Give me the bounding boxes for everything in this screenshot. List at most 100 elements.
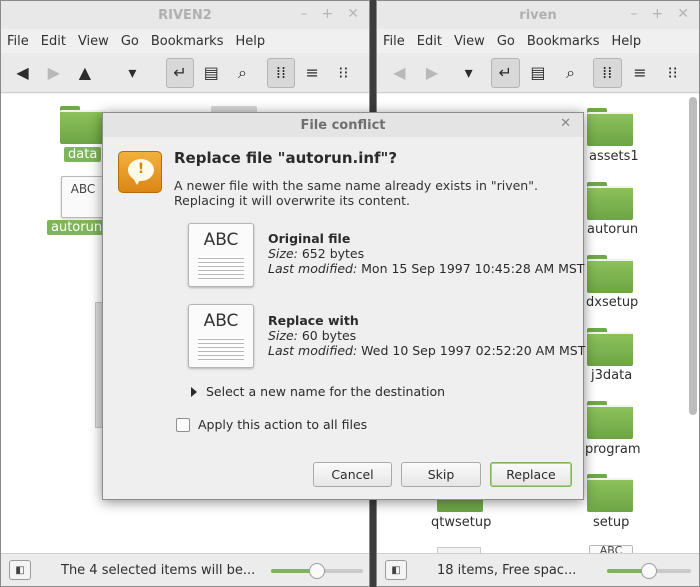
open-terminal-icon[interactable]: ▤	[198, 58, 225, 88]
file-label[interactable]: autorun.	[47, 220, 111, 235]
replace-button[interactable]: Replace	[490, 462, 572, 487]
replacement-file-label: Replace with	[268, 313, 359, 328]
folder-icon[interactable]	[60, 106, 106, 144]
sidebar-toggle-button[interactable]: ◧	[9, 560, 31, 580]
size-label: Size:	[268, 328, 298, 343]
dialog-heading: Replace file "autorun.inf"?	[174, 149, 398, 167]
back-icon[interactable]: ◀	[385, 58, 414, 88]
scrollbar[interactable]	[689, 97, 697, 415]
menu-edit[interactable]: Edit	[41, 34, 66, 49]
modified-label: Last modified:	[268, 343, 358, 358]
titlebar[interactable]: RIVEN2 – + ✕	[1, 1, 369, 29]
menu-file[interactable]: File	[383, 34, 405, 49]
original-file-label: Original file	[268, 231, 351, 246]
replacement-size: 60 bytes	[301, 328, 357, 343]
dialog-titlebar[interactable]: File conflict ✕	[103, 113, 583, 137]
list-view-icon[interactable]: ≡	[299, 58, 326, 88]
menu-bookmarks[interactable]: Bookmarks	[527, 34, 600, 49]
menu-view[interactable]: View	[78, 34, 109, 49]
back-icon[interactable]: ◀	[9, 58, 36, 88]
replacement-modified: Wed 10 Sep 1997 02:52:20 AM MST	[361, 343, 586, 358]
icon-view-icon[interactable]: ⁞⁞	[592, 57, 622, 88]
up-icon[interactable]: ▲	[71, 58, 98, 88]
list-view-icon[interactable]: ≡	[626, 58, 655, 88]
folder-icon[interactable]	[587, 401, 633, 439]
menu-bookmarks[interactable]: Bookmarks	[151, 34, 224, 49]
replacement-file-info: Replace with Size: 60 bytes Last modifie…	[268, 313, 585, 358]
file-conflict-dialog: File conflict ✕ ! Replace file "autorun.…	[102, 112, 585, 500]
maximize-icon[interactable]: +	[652, 6, 664, 22]
checkbox-box[interactable]	[176, 417, 190, 432]
file-label[interactable]: j3data	[591, 368, 632, 383]
file-label[interactable]: qtwsetup	[431, 515, 491, 530]
file-label[interactable]: program	[585, 442, 641, 457]
replacement-file-icon: ABC	[188, 304, 254, 368]
close-icon[interactable]: ✕	[560, 116, 571, 131]
file-label[interactable]: assets1	[589, 149, 639, 164]
toggle-location-icon[interactable]: ↵	[490, 57, 520, 88]
minimize-icon[interactable]: –	[301, 6, 308, 22]
folder-icon[interactable]	[587, 474, 633, 512]
zoom-slider[interactable]	[271, 563, 363, 579]
toggle-location-icon[interactable]: ↵	[166, 57, 194, 88]
zoom-slider-knob[interactable]	[309, 563, 325, 579]
search-icon[interactable]: ⌕	[229, 58, 256, 88]
original-size: 652 bytes	[301, 246, 365, 261]
forward-icon[interactable]: ▶	[418, 58, 447, 88]
folder-icon[interactable]	[587, 255, 633, 293]
menu-edit[interactable]: Edit	[417, 34, 442, 49]
menu-go[interactable]: Go	[121, 34, 139, 49]
compact-view-icon[interactable]: ⁝⁝	[330, 58, 357, 88]
menu-view[interactable]: View	[454, 34, 485, 49]
original-file-icon: ABC	[188, 223, 254, 287]
toolbar: ◀ ▶ ▲ ▾ ↵ ▤ ⌕ ⁞⁞ ≡ ⁝⁝	[1, 53, 369, 93]
statusbar: ◧ The 4 selected items will be...	[1, 553, 369, 586]
history-dropdown-icon[interactable]: ▾	[119, 58, 146, 88]
folder-icon[interactable]	[587, 328, 633, 366]
modified-label: Last modified:	[268, 261, 358, 276]
titlebar[interactable]: riven – + ✕	[377, 1, 699, 29]
zoom-slider-knob[interactable]	[641, 563, 657, 579]
skip-button[interactable]: Skip	[401, 462, 481, 487]
menubar: File Edit View Go Bookmarks Help	[377, 29, 699, 53]
original-modified: Mon 15 Sep 1997 10:45:28 AM MST	[361, 261, 585, 276]
folder-icon[interactable]	[587, 108, 633, 146]
file-label[interactable]: setup	[593, 515, 629, 530]
apply-all-label: Apply this action to all files	[198, 417, 368, 432]
status-text: 18 items, Free spac...	[437, 562, 577, 578]
expander-arrow-icon	[191, 386, 197, 397]
close-icon[interactable]: ✕	[677, 6, 689, 22]
size-label: Size:	[268, 246, 298, 261]
icon-view-icon[interactable]: ⁞⁞	[267, 57, 295, 88]
open-terminal-icon[interactable]: ▤	[524, 58, 553, 88]
zoom-slider[interactable]	[607, 563, 691, 579]
forward-icon[interactable]: ▶	[40, 58, 67, 88]
statusbar: ◧ 18 items, Free spac...	[377, 553, 699, 586]
rename-expander[interactable]: Select a new name for the destination	[191, 384, 445, 399]
history-dropdown-icon[interactable]: ▾	[454, 58, 483, 88]
folder-icon[interactable]	[587, 182, 633, 220]
dialog-title: File conflict	[300, 117, 386, 133]
sidebar-toggle-button[interactable]: ◧	[385, 560, 407, 580]
compact-view-icon[interactable]: ⁝⁝	[658, 58, 687, 88]
warning-icon: !	[118, 151, 162, 193]
maximize-icon[interactable]: +	[322, 6, 334, 22]
cancel-button[interactable]: Cancel	[313, 462, 392, 487]
window-title: RIVEN2	[158, 7, 212, 23]
dialog-message: A newer file with the same name already …	[174, 178, 538, 208]
apply-all-checkbox[interactable]: Apply this action to all files	[176, 417, 367, 432]
menu-file[interactable]: File	[7, 34, 29, 49]
search-icon[interactable]: ⌕	[556, 58, 585, 88]
menu-go[interactable]: Go	[497, 34, 515, 49]
text-file-icon[interactable]: ABC	[61, 176, 105, 218]
menu-help[interactable]: Help	[235, 34, 265, 49]
menu-help[interactable]: Help	[611, 34, 641, 49]
minimize-icon[interactable]: –	[631, 6, 638, 22]
file-label[interactable]: autorun	[587, 222, 638, 237]
window-title: riven	[519, 7, 557, 23]
menubar: File Edit View Go Bookmarks Help	[1, 29, 369, 53]
file-label[interactable]: data	[64, 147, 102, 162]
file-label[interactable]: dxsetup	[586, 295, 638, 310]
close-icon[interactable]: ✕	[347, 6, 359, 22]
file-preview-text: ABC	[203, 311, 239, 331]
